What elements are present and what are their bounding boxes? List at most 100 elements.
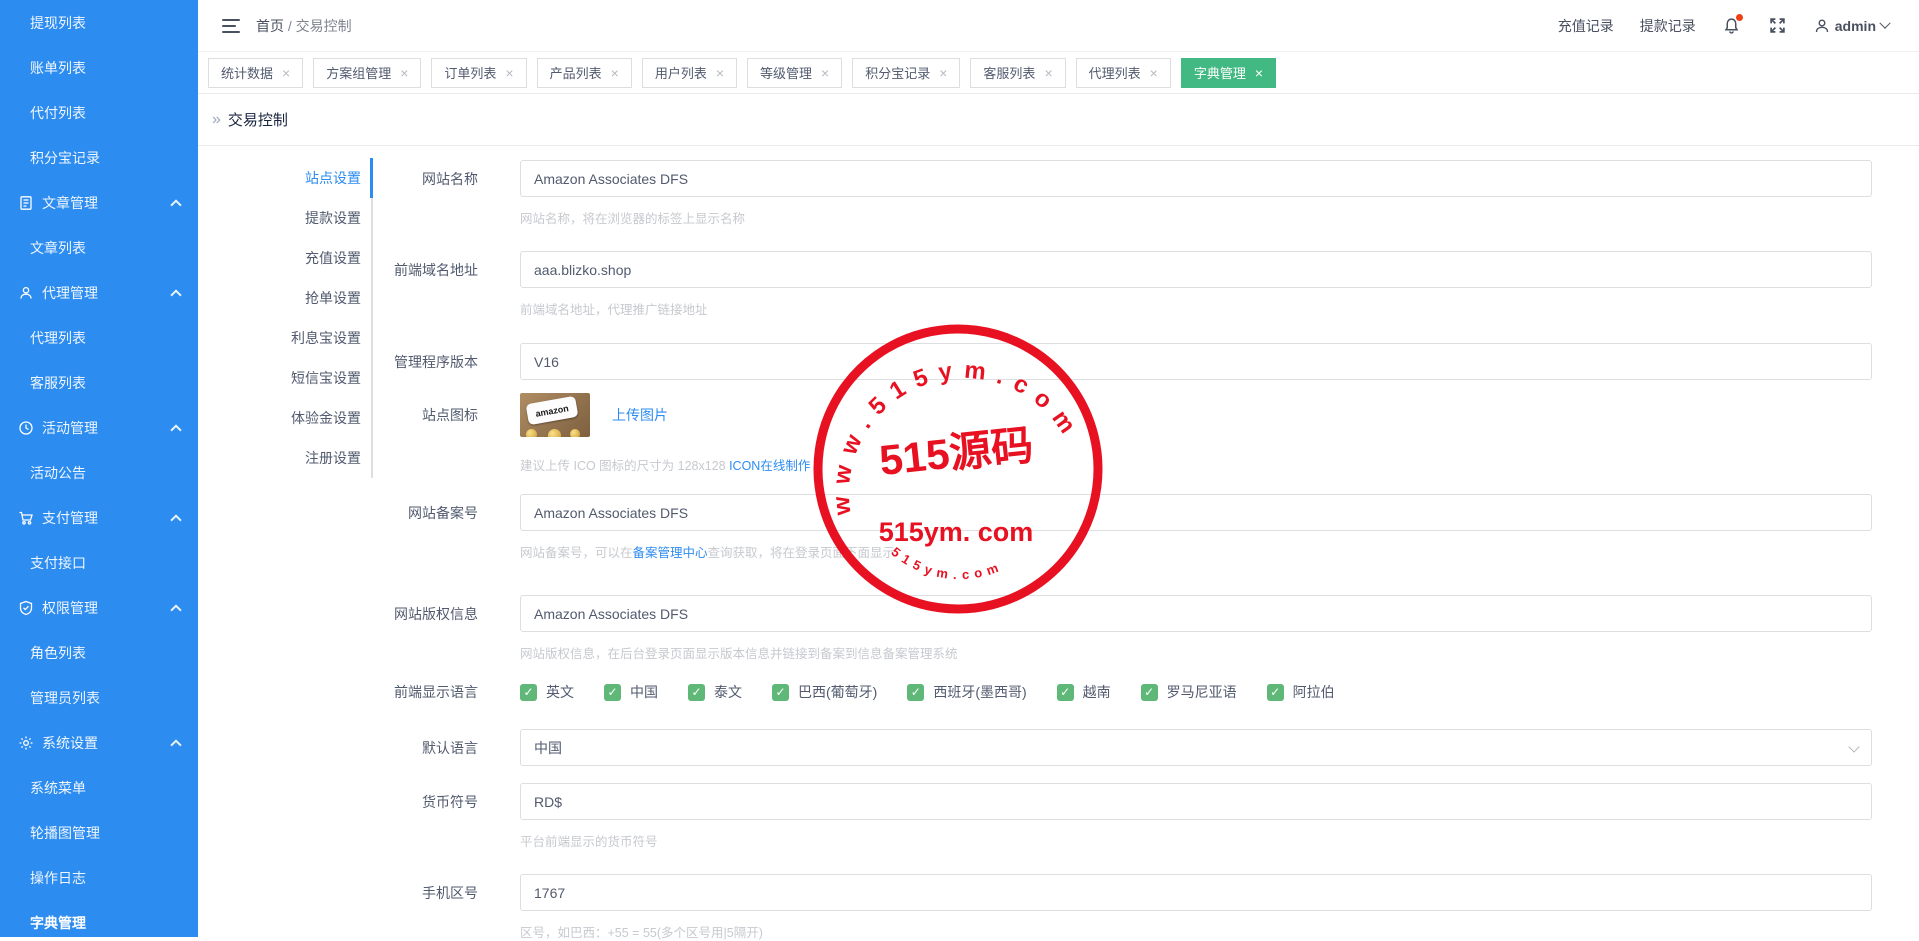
notification-bell-icon[interactable]	[1722, 16, 1742, 36]
sidebar-item-label: 权限管理	[42, 598, 98, 618]
close-tab-icon[interactable]: ×	[1044, 66, 1052, 80]
open-tab[interactable]: 用户列表×	[642, 58, 737, 88]
close-tab-icon[interactable]: ×	[1255, 66, 1263, 80]
admin-user-menu[interactable]: admin	[1814, 18, 1889, 34]
breadcrumb-separator: /	[288, 18, 292, 34]
icp-center-link[interactable]: 备案管理中心	[633, 546, 708, 560]
close-tab-icon[interactable]: ×	[821, 66, 829, 80]
copyright-input[interactable]	[520, 595, 1872, 632]
sidebar-item[interactable]: 客服列表	[0, 360, 198, 405]
close-tab-icon[interactable]: ×	[400, 66, 408, 80]
close-tab-icon[interactable]: ×	[611, 66, 619, 80]
fullscreen-icon[interactable]	[1768, 16, 1788, 36]
currency-symbol-input[interactable]	[520, 783, 1872, 820]
sidebar-item[interactable]: 活动公告	[0, 450, 198, 495]
language-checkbox[interactable]: 中国	[604, 682, 658, 702]
open-tab[interactable]: 积分宝记录×	[852, 58, 960, 88]
sidebar-item[interactable]: 文章列表	[0, 225, 198, 270]
checkbox-checked-icon[interactable]	[1267, 684, 1284, 701]
sidebar-item[interactable]: 管理员列表	[0, 675, 198, 720]
sidebar-item[interactable]: 代理管理	[0, 270, 198, 315]
sidebar-item[interactable]: 积分宝记录	[0, 135, 198, 180]
sidebar-item-label: 代理管理	[42, 283, 98, 303]
open-tab-label: 订单列表	[444, 63, 496, 82]
sidebar-item[interactable]: 系统菜单	[0, 765, 198, 810]
withdraw-records-link[interactable]: 提款记录	[1640, 16, 1696, 36]
close-tab-icon[interactable]: ×	[939, 66, 947, 80]
close-tab-icon[interactable]: ×	[1150, 66, 1158, 80]
language-checkbox-label: 罗马尼亚语	[1167, 682, 1237, 702]
agent-icon	[18, 285, 34, 301]
sidebar-item-label: 支付管理	[42, 508, 98, 528]
close-tab-icon[interactable]: ×	[282, 66, 290, 80]
open-tab[interactable]: 字典管理×	[1181, 58, 1276, 88]
open-tab-label: 统计数据	[221, 63, 273, 82]
field-helper: 查询获取，将在登录页面下面显示	[708, 546, 896, 560]
sidebar-item[interactable]: 文章管理	[0, 180, 198, 225]
sidebar-item[interactable]: 支付接口	[0, 540, 198, 585]
chevron-up-icon	[170, 199, 181, 210]
close-tab-icon[interactable]: ×	[505, 66, 513, 80]
default-language-select[interactable]	[520, 729, 1872, 766]
open-tab[interactable]: 代理列表×	[1076, 58, 1171, 88]
checkbox-checked-icon[interactable]	[1141, 684, 1158, 701]
checkbox-checked-icon[interactable]	[772, 684, 789, 701]
language-checkbox[interactable]: 阿拉伯	[1267, 682, 1335, 702]
language-checkbox[interactable]: 巴西(葡萄牙)	[772, 682, 877, 702]
field-helper: 网站备案号，可以在	[520, 546, 633, 560]
phone-code-input[interactable]	[520, 874, 1872, 911]
upload-image-link[interactable]: 上传图片	[612, 405, 668, 425]
checkbox-checked-icon[interactable]	[1057, 684, 1074, 701]
field-label: 前端显示语言	[378, 681, 478, 702]
section-marker-icon: »	[212, 111, 221, 129]
checkbox-checked-icon[interactable]	[688, 684, 705, 701]
open-tab[interactable]: 统计数据 ×	[208, 58, 303, 88]
language-checkbox[interactable]: 英文	[520, 682, 574, 702]
user-icon	[1814, 18, 1830, 34]
sidebar-item[interactable]: 账单列表	[0, 45, 198, 90]
sidebar-item[interactable]: 轮播图管理	[0, 810, 198, 855]
sidebar-item[interactable]: 字典管理	[0, 900, 198, 937]
sidebar-item[interactable]: 系统设置	[0, 720, 198, 765]
open-tab[interactable]: 方案组管理×	[313, 58, 421, 88]
sidebar-item[interactable]: 支付管理	[0, 495, 198, 540]
recharge-records-link[interactable]: 充值记录	[1558, 16, 1614, 36]
checkbox-checked-icon[interactable]	[604, 684, 621, 701]
language-checkbox[interactable]: 泰文	[688, 682, 742, 702]
sidebar-item[interactable]: 代付列表	[0, 90, 198, 135]
site-name-input[interactable]	[520, 160, 1872, 197]
sidebar-item[interactable]: 权限管理	[0, 585, 198, 630]
open-tab[interactable]: 订单列表 ×	[431, 58, 526, 88]
icp-number-input[interactable]	[520, 494, 1872, 531]
collapse-menu-icon[interactable]	[222, 19, 240, 33]
site-icon-preview[interactable]: amazon	[520, 393, 590, 437]
version-input[interactable]	[520, 343, 1872, 380]
field-label: 默认语言	[378, 729, 478, 758]
checkbox-checked-icon[interactable]	[907, 684, 924, 701]
sidebar-item[interactable]: 操作日志	[0, 855, 198, 900]
checkbox-checked-icon[interactable]	[520, 684, 537, 701]
icon-maker-link[interactable]: ICON在线制作	[729, 459, 810, 473]
form-row-currency: 货币符号 平台前端显示的货币符号	[378, 783, 1878, 850]
sidebar-item[interactable]: 提现列表	[0, 0, 198, 45]
form-row-copyright: 网站版权信息 网站版权信息，在后台登录页面显示版本信息并链接到备案到信息备案管理…	[378, 595, 1878, 662]
sidebar-item-label: 积分宝记录	[30, 148, 100, 168]
open-tab[interactable]: 等级管理×	[747, 58, 842, 88]
sidebar-item[interactable]: 角色列表	[0, 630, 198, 675]
open-tab[interactable]: 产品列表×	[537, 58, 632, 88]
domain-input[interactable]	[520, 251, 1872, 288]
language-checkbox[interactable]: 西班牙(墨西哥)	[907, 682, 1026, 702]
sidebar-item-label: 文章管理	[42, 193, 98, 213]
language-checkbox[interactable]: 越南	[1057, 682, 1111, 702]
sidebar-item-label: 代理列表	[30, 328, 86, 348]
breadcrumb-home[interactable]: 首页	[256, 18, 284, 34]
language-checkbox[interactable]: 罗马尼亚语	[1141, 682, 1237, 702]
sidebar-item[interactable]: 活动管理	[0, 405, 198, 450]
language-checkbox-label: 巴西(葡萄牙)	[798, 682, 877, 702]
sidebar-item[interactable]: 代理列表	[0, 315, 198, 360]
close-tab-icon[interactable]: ×	[716, 66, 724, 80]
language-checkbox-group: 英文 中国 泰文 巴西(葡萄牙) 西班牙(墨西哥) 越南 罗马尼亚语 阿拉伯	[520, 681, 1872, 702]
open-tab[interactable]: 客服列表×	[970, 58, 1065, 88]
field-helper: 建议上传 ICO 图标的尺寸为 128x128	[520, 459, 729, 473]
form-row-domain: 前端域名地址 前端域名地址，代理推广链接地址	[378, 251, 1878, 318]
